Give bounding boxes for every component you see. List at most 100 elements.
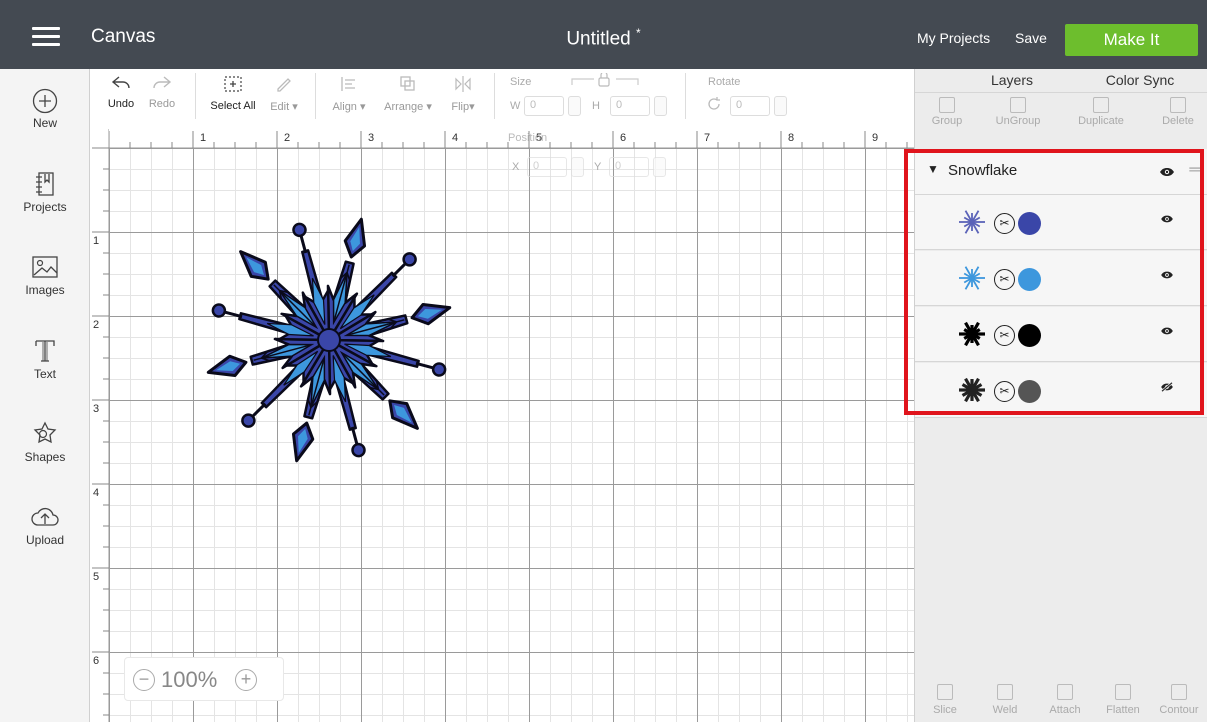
sidebar-item-shapes[interactable]: Shapes [0, 420, 90, 464]
toolbar-divider [685, 73, 686, 119]
save-button[interactable]: Save [1015, 30, 1047, 46]
zoom-out-button[interactable]: − [133, 669, 155, 691]
x-position-stepper[interactable] [571, 157, 584, 177]
ruler-label: 5 [93, 571, 99, 583]
select-all-button[interactable]: Select All [207, 75, 259, 112]
redo-button[interactable]: Redo [147, 75, 177, 110]
sidebar-item-new[interactable]: New [0, 88, 90, 130]
layer-group-name: Snowflake [948, 162, 1018, 179]
sidebar-item-label: Upload [25, 533, 65, 547]
image-icon [32, 256, 58, 278]
ungroup-icon [1010, 97, 1026, 113]
weld-label: Weld [992, 704, 1018, 716]
undo-button[interactable]: Undo [106, 75, 136, 110]
layer-group-snowflake[interactable]: ▼ Snowflake ═ [915, 149, 1207, 195]
document-title-text: Untitled [566, 28, 631, 50]
right-panel: Layers Color Sync Group UnGroup Duplicat… [914, 69, 1207, 722]
ungroup-button[interactable]: UnGroup [991, 97, 1045, 127]
sidebar-item-label: Images [25, 283, 65, 297]
cut-scissors-icon[interactable]: ✂ [994, 213, 1015, 234]
width-label: W [510, 100, 521, 112]
cut-scissors-icon[interactable]: ✂ [994, 325, 1015, 346]
attach-button[interactable]: Attach [1040, 684, 1090, 716]
slice-button[interactable]: Slice [925, 684, 965, 716]
slice-icon [937, 684, 953, 700]
my-projects-link[interactable]: My Projects [917, 30, 990, 46]
align-menu[interactable]: Align ▾ [326, 75, 372, 113]
flatten-button[interactable]: Flatten [1098, 684, 1148, 716]
y-position-input[interactable]: 0 [609, 157, 649, 177]
layer-row[interactable]: ✂ [915, 307, 1207, 362]
collapse-triangle-icon[interactable]: ▼ [927, 162, 939, 176]
sidebar-item-projects[interactable]: Projects [0, 170, 90, 214]
group-button[interactable]: Group [927, 97, 967, 127]
cut-scissors-icon[interactable]: ✂ [994, 269, 1015, 290]
sidebar-item-text[interactable]: Text [0, 337, 90, 381]
height-label: H [592, 100, 600, 112]
align-text: Align [332, 101, 357, 113]
rotate-icon [708, 97, 720, 110]
width-stepper[interactable] [568, 96, 581, 116]
visibility-eye-icon[interactable] [1159, 270, 1175, 280]
sidebar-item-images[interactable]: Images [0, 253, 90, 297]
layer-row[interactable]: ✂ [915, 251, 1207, 306]
visibility-eye-icon[interactable] [1159, 326, 1175, 336]
visibility-eye-icon[interactable] [1159, 214, 1175, 224]
sidebar-item-upload[interactable]: Upload [0, 503, 90, 547]
flip-label: Flip▾ [451, 101, 475, 113]
position-label: Position [508, 132, 548, 144]
edit-menu[interactable]: Edit ▾ [265, 75, 303, 113]
arrange-text: Arrange [384, 101, 424, 113]
arrange-menu[interactable]: Arrange ▾ [380, 75, 436, 113]
y-position-stepper[interactable] [653, 157, 666, 177]
tab-color-sync[interactable]: Color Sync [1090, 72, 1190, 88]
zoom-control: − 100% + [124, 657, 284, 701]
height-stepper[interactable] [654, 96, 667, 116]
hidden-eye-icon[interactable] [1159, 382, 1175, 392]
snowflake-design[interactable] [174, 205, 484, 475]
ruler-label: 1 [93, 235, 99, 247]
layer-row[interactable]: ✂ [915, 363, 1207, 418]
duplicate-button[interactable]: Duplicate [1070, 97, 1132, 127]
select-all-icon [224, 76, 242, 92]
height-input[interactable]: 0 [610, 96, 650, 116]
ruler-label: 3 [368, 132, 374, 144]
horizontal-ruler: 123456789 [90, 129, 914, 148]
layer-thumbnail [959, 210, 985, 234]
make-it-button[interactable]: Make It [1065, 24, 1198, 56]
tab-layers[interactable]: Layers [967, 72, 1057, 88]
edit-toolbar: Undo Redo Select All Edit ▾ Align ▾ Arra… [90, 69, 914, 129]
rotate-input[interactable]: 0 [730, 96, 770, 116]
cut-scissors-icon[interactable]: ✂ [994, 381, 1015, 402]
attach-label: Attach [1049, 704, 1081, 716]
ungroup-label: UnGroup [995, 115, 1041, 127]
ruler-label: 1 [200, 132, 206, 144]
design-canvas[interactable]: 1 2 3 4 5 6 7 8 9 1 2 3 4 5 6 Position X 0 Y 0 − 100%… [90, 129, 914, 722]
unsaved-mark: * [636, 26, 641, 40]
sidebar-item-label: Text [33, 367, 56, 381]
layer-color-swatch[interactable] [1018, 268, 1041, 291]
visibility-eye-icon[interactable] [1159, 167, 1175, 177]
layer-color-swatch[interactable] [1018, 324, 1041, 347]
ruler-label: 4 [93, 487, 99, 499]
layer-color-swatch[interactable] [1018, 380, 1041, 403]
x-position-input[interactable]: 0 [527, 157, 567, 177]
contour-button[interactable]: Contour [1153, 684, 1205, 716]
snowflake-center [317, 328, 341, 352]
zoom-in-button[interactable]: + [235, 669, 257, 691]
drag-handle-icon[interactable]: ═ [1189, 161, 1200, 178]
layer-color-swatch[interactable] [1018, 212, 1041, 235]
width-input[interactable]: 0 [524, 96, 564, 116]
bottom-toolbar: Slice Weld Attach Flatten Contour [915, 672, 1207, 722]
edit-text: Edit [270, 101, 290, 113]
size-label: Size [510, 76, 532, 88]
rotate-stepper[interactable] [774, 96, 787, 116]
weld-icon [997, 684, 1013, 700]
lock-aspect-icon[interactable] [570, 73, 640, 87]
layer-row[interactable]: ✂ [915, 195, 1207, 250]
weld-button[interactable]: Weld [985, 684, 1025, 716]
ruler-ticks: 123456789 [108, 131, 908, 148]
flip-menu[interactable]: Flip▾ [445, 75, 481, 113]
group-label: Group [931, 115, 963, 127]
delete-button[interactable]: Delete [1156, 97, 1200, 127]
